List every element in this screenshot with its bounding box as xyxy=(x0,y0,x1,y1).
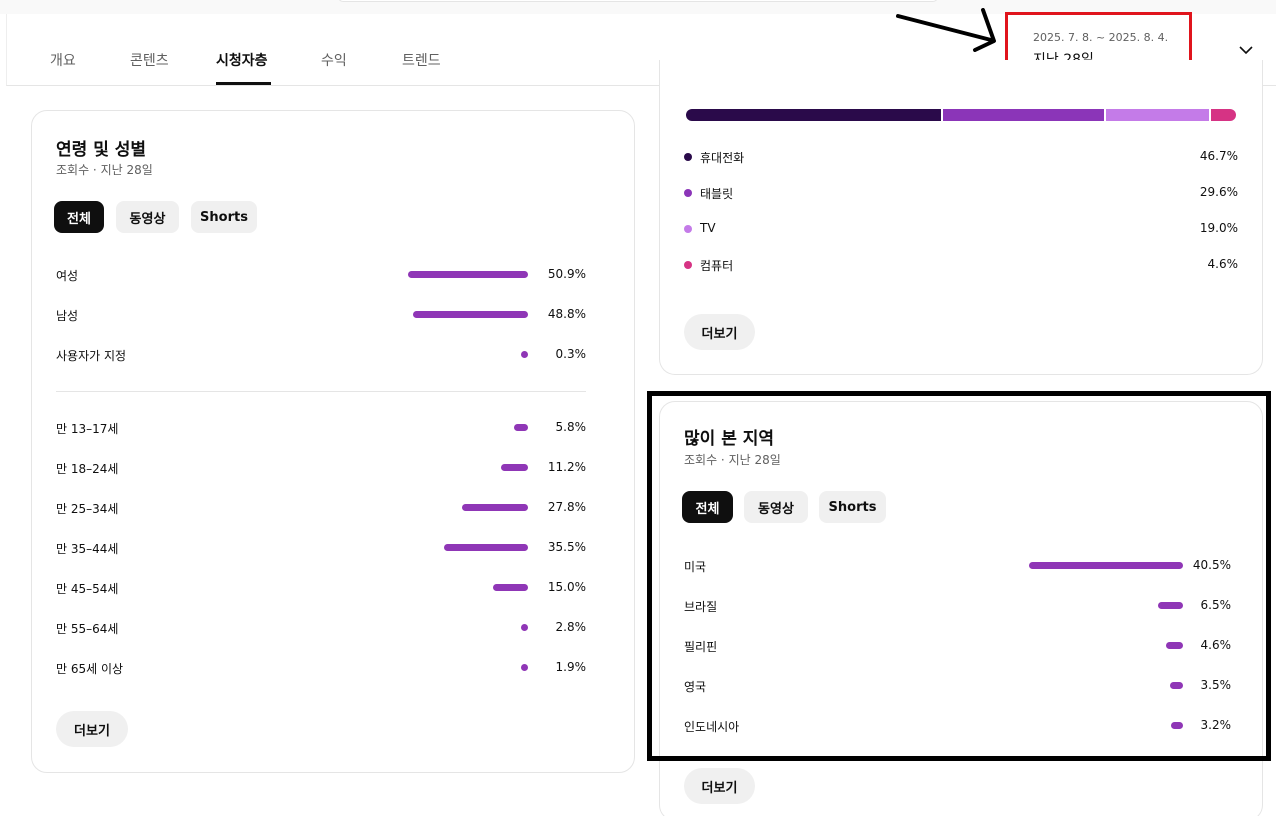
device-label: 휴대전화 xyxy=(700,151,745,165)
age-label: 만 25–34세 xyxy=(56,502,119,516)
device-stacked-bar xyxy=(686,109,1236,121)
more-button[interactable]: 더보기 xyxy=(56,711,128,747)
tab-trends[interactable]: 트렌드 xyxy=(402,50,441,70)
age-label: 만 35–44세 xyxy=(56,542,119,556)
device-segment-phone xyxy=(686,109,944,121)
chip-all[interactable]: 전체 xyxy=(682,491,733,523)
age-bar xyxy=(493,584,528,591)
device-segment-tv xyxy=(1106,109,1211,121)
chip-videos[interactable]: 동영상 xyxy=(744,491,808,523)
gender-label: 사용자가 지정 xyxy=(56,349,127,363)
tab-audience[interactable]: 시청자층 xyxy=(216,50,268,70)
country-label: 미국 xyxy=(684,560,707,574)
device-label: 태블릿 xyxy=(700,187,734,201)
country-bar xyxy=(1029,562,1183,569)
analytics-page: 개요 콘텐츠 시청자층 수익 트렌드 2025. 7. 8. ~ 2025. 8… xyxy=(0,0,1276,816)
country-label: 필리핀 xyxy=(684,640,718,654)
age-gender-card: 연령 및 성별 조회수 · 지난 28일 전체 동영상 Shorts 여성 50… xyxy=(31,110,635,773)
age-value: 2.8% xyxy=(555,620,587,634)
age-bar xyxy=(444,544,528,551)
device-value: 46.7% xyxy=(1199,149,1238,163)
country-label: 브라질 xyxy=(684,600,718,614)
chip-shorts[interactable]: Shorts xyxy=(191,201,257,233)
age-value: 27.8% xyxy=(547,500,586,514)
gender-value: 50.9% xyxy=(547,267,586,281)
age-label: 만 65세 이상 xyxy=(56,662,124,676)
tab-overview[interactable]: 개요 xyxy=(50,50,76,70)
active-tab-indicator xyxy=(216,82,271,85)
chip-all[interactable]: 전체 xyxy=(54,201,104,233)
chevron-down-icon[interactable] xyxy=(1236,40,1256,60)
device-label: TV xyxy=(700,221,716,235)
gender-value: 0.3% xyxy=(555,347,587,361)
age-value: 5.8% xyxy=(555,420,587,434)
country-label: 영국 xyxy=(684,680,707,694)
age-label: 만 13–17세 xyxy=(56,422,119,436)
device-segment-tablet xyxy=(943,109,1107,121)
age-label: 만 55–64세 xyxy=(56,622,119,636)
age-label: 만 45–54세 xyxy=(56,582,119,596)
country-value: 3.5% xyxy=(1200,678,1232,692)
legend-dot xyxy=(684,261,692,269)
device-more-button[interactable]: 더보기 xyxy=(684,314,755,350)
device-value: 19.0% xyxy=(1199,221,1238,235)
country-label: 인도네시아 xyxy=(684,720,740,734)
legend-dot xyxy=(684,189,692,197)
gender-bar xyxy=(413,311,528,318)
divider xyxy=(56,391,586,392)
country-value: 40.5% xyxy=(1192,558,1231,572)
device-value: 4.6% xyxy=(1207,257,1239,271)
country-value: 6.5% xyxy=(1200,598,1232,612)
gender-bar xyxy=(408,271,528,278)
age-value: 11.2% xyxy=(547,460,586,474)
date-range-dates: 2025. 7. 8. ~ 2025. 8. 4. xyxy=(1033,31,1169,44)
country-value: 3.2% xyxy=(1200,718,1232,732)
tab-revenue[interactable]: 수익 xyxy=(321,50,347,70)
device-label: 컴퓨터 xyxy=(700,259,734,273)
gender-label: 여성 xyxy=(56,269,79,283)
card-title: 연령 및 성별 xyxy=(56,140,147,160)
geography-card: 많이 본 지역 조회수 · 지난 28일 전체 동영상 Shorts 미국 40… xyxy=(659,401,1263,816)
age-bar xyxy=(462,504,528,511)
card-title: 많이 본 지역 xyxy=(684,429,775,449)
legend-dot xyxy=(684,153,692,161)
age-value: 1.9% xyxy=(555,660,587,674)
age-value: 35.5% xyxy=(547,540,586,554)
legend-dot xyxy=(684,225,692,233)
tab-content[interactable]: 콘텐츠 xyxy=(130,50,169,70)
age-bar xyxy=(501,464,528,471)
top-strip xyxy=(0,0,1276,14)
device-value: 29.6% xyxy=(1199,185,1238,199)
gender-label: 남성 xyxy=(56,309,79,323)
age-value: 15.0% xyxy=(547,580,586,594)
device-segment-computer xyxy=(1210,109,1236,121)
geography-more-button[interactable]: 더보기 xyxy=(684,768,755,804)
country-value: 4.6% xyxy=(1200,638,1232,652)
search-box-edge[interactable] xyxy=(338,0,938,2)
gender-value: 48.8% xyxy=(547,307,586,321)
chip-videos[interactable]: 동영상 xyxy=(116,201,179,233)
age-label: 만 18–24세 xyxy=(56,462,119,476)
chip-shorts[interactable]: Shorts xyxy=(819,491,886,523)
card-subtitle: 조회수 · 지난 28일 xyxy=(684,453,781,467)
card-subtitle: 조회수 · 지난 28일 xyxy=(56,163,153,177)
